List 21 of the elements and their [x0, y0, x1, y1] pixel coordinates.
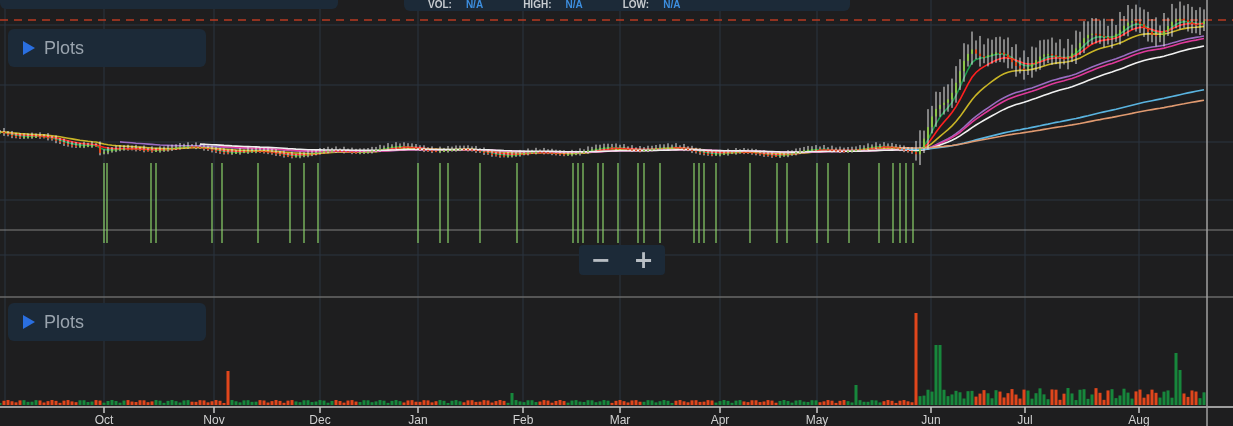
axis-label: May: [805, 413, 829, 426]
axis-label: Jun: [921, 413, 941, 426]
stat-label: VOL:: [428, 0, 452, 10]
axis-label: Mar: [609, 413, 631, 426]
axis-label: Jan: [408, 413, 428, 426]
zoom-button[interactable]: +: [622, 245, 665, 275]
axis-label: Nov: [203, 413, 225, 426]
axis-label: Dec: [309, 413, 331, 426]
axis-label: Apr: [710, 413, 730, 426]
stat-value: N/A: [465, 0, 484, 10]
axis-label: Feb: [512, 413, 534, 426]
axis-label: Oct: [94, 413, 114, 426]
plots-button[interactable]: Plots: [8, 29, 206, 67]
stat-label: HIGH:: [523, 0, 552, 10]
zoom-button[interactable]: −: [579, 245, 622, 275]
stat-value: N/A: [565, 0, 583, 10]
plots-button[interactable]: Plots: [8, 303, 206, 341]
axis-label: Jul: [1017, 413, 1033, 426]
axis-label: Aug: [1128, 413, 1150, 426]
stat-value: N/A: [663, 0, 681, 10]
stat-label: LOW:: [622, 0, 650, 10]
